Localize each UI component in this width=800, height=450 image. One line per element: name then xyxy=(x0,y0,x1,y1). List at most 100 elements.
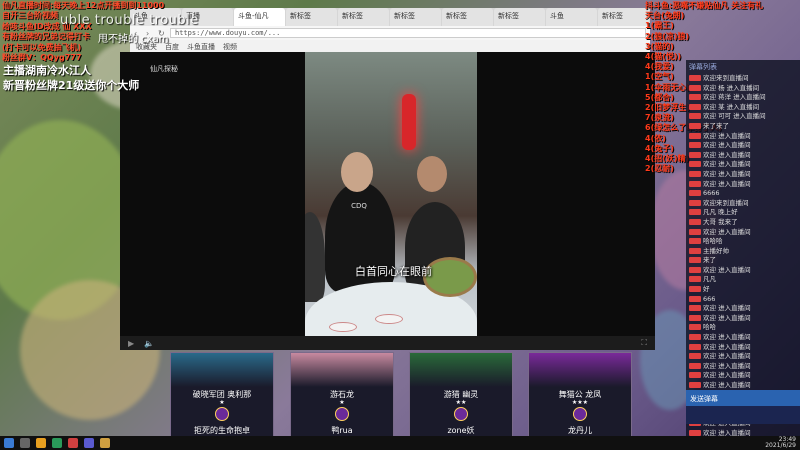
chat-message-text: 欢迎 某 进入直播间 xyxy=(703,102,760,111)
chat-message: 欢迎 进入直播间 xyxy=(689,314,797,324)
gift-bar[interactable] xyxy=(686,406,800,424)
fan-badge-icon xyxy=(689,257,701,264)
fan-badge-icon xyxy=(689,218,701,225)
gift-card[interactable]: 舞猫公 龙凤 ★★★ 龙丹儿 xyxy=(528,352,632,440)
fan-badge-icon xyxy=(689,266,701,273)
bookmarks-bar: 收藏夹 百度 斗鱼直播 视频 xyxy=(130,40,650,52)
bookmark-item[interactable]: 视频 xyxy=(223,42,237,51)
browser-icon[interactable] xyxy=(52,438,62,448)
chat-message-text: 主播好帅 xyxy=(703,246,729,255)
fan-badge-icon xyxy=(689,151,701,158)
person-left xyxy=(305,212,325,302)
search-icon[interactable] xyxy=(20,438,30,448)
ghost-watermark: uble trouble trouble xyxy=(60,13,199,28)
chat-message-text: 欢迎 进入直播间 xyxy=(703,333,751,342)
browser-tab[interactable]: 新标签 xyxy=(442,8,493,26)
card-art xyxy=(171,353,273,387)
browser-tab[interactable]: 新标签 xyxy=(598,8,649,26)
chat-message: 欢迎 进入直播间 xyxy=(689,160,797,170)
fan-badge-icon xyxy=(689,122,701,129)
chat-message-text: 欢迎 进入直播间 xyxy=(703,160,751,169)
card-stars: ★★★ xyxy=(571,399,589,406)
browser-tab[interactable]: 新标签 xyxy=(390,8,441,26)
chat-message-text: 欢迎 进入直播间 xyxy=(703,313,751,322)
chat-message-text: 欢迎 进入直播间 xyxy=(703,352,751,361)
chat-message: 好 xyxy=(689,285,797,295)
folder-icon[interactable] xyxy=(36,438,46,448)
browser-window: 斗鱼 直播 斗鱼-仙凡 新标签 新标签 新标签 新标签 新标签 斗鱼 新标签 ‹… xyxy=(130,8,650,52)
person-center-head xyxy=(341,152,373,192)
fan-badge-icon xyxy=(689,343,701,350)
card-art xyxy=(410,353,512,387)
chat-message: 欢迎 进入直播间 xyxy=(689,170,797,180)
gift-card[interactable]: 游猎 幽灵 ★★ zone妖 xyxy=(409,352,513,440)
fan-badge-icon xyxy=(689,382,701,388)
card-art xyxy=(529,353,631,387)
video-frame[interactable]: CDQ xyxy=(305,52,477,350)
chat-message: 欢迎 进入直播间 xyxy=(689,180,797,190)
chat-message-text: 6666 xyxy=(703,189,720,198)
chat-input[interactable]: 发送弹幕 xyxy=(686,390,800,406)
fan-badge-icon xyxy=(689,362,701,369)
card-stars: ★ xyxy=(339,399,345,406)
fan-badge-icon xyxy=(689,94,701,101)
fan-badge-icon xyxy=(689,142,701,149)
channel-logo: 仙凡探秘 xyxy=(150,65,178,73)
host-intro: 主播湖南冷水江人 新晋粉丝牌21级送你个大师 xyxy=(3,63,139,93)
bookmark-item[interactable]: 斗鱼直播 xyxy=(187,42,215,51)
red-lantern xyxy=(402,94,416,150)
gift-card[interactable]: 游石龙 ★ 鸭rua xyxy=(290,352,394,440)
chat-message-text: 来了来了 xyxy=(703,121,729,130)
card-art xyxy=(291,353,393,387)
start-icon[interactable] xyxy=(4,438,14,448)
fullscreen-icon[interactable]: ⛶ xyxy=(641,338,647,348)
chat-message-text: 哈哈 xyxy=(703,323,716,332)
chat-message-text: 欢迎 进入直播间 xyxy=(703,179,751,188)
app-icon[interactable] xyxy=(68,438,78,448)
fan-badge-icon xyxy=(689,305,701,312)
chat-message-text: 欢迎来到直播间 xyxy=(703,198,749,207)
chat-message-text: 欢迎 进入直播间 xyxy=(703,227,751,236)
chat-message: 欢迎 进入直播间 xyxy=(689,132,797,142)
fan-badge-icon xyxy=(689,113,701,120)
browser-tab[interactable]: 斗鱼 xyxy=(546,8,597,26)
chat-message: 欢迎 进入直播间 xyxy=(689,141,797,151)
chat-message: 欢迎 进入直播间 xyxy=(689,343,797,353)
chat-message-text: 凡凡 晚上好 xyxy=(703,208,738,217)
avatar-icon xyxy=(215,407,229,421)
ranking-item: 1(霸王) xyxy=(645,21,674,31)
fan-badge-icon xyxy=(689,286,701,293)
gift-card[interactable]: 破晓军团 奥利那 ★ 拒死的生命抱卓 xyxy=(170,352,274,440)
volume-icon[interactable]: 🔈 xyxy=(144,339,154,348)
card-username: 龙丹儿 xyxy=(568,426,592,435)
fan-badge-icon xyxy=(689,238,701,245)
avatar-icon xyxy=(335,407,349,421)
chat-message: 6666 xyxy=(689,189,797,199)
fan-badge-icon xyxy=(689,199,701,206)
card-username: 拒死的生命抱卓 xyxy=(194,426,250,435)
fan-badge-icon xyxy=(689,161,701,168)
browser-tab[interactable]: 新标签 xyxy=(286,8,337,26)
browser-tab[interactable]: 新标签 xyxy=(338,8,389,26)
url-input[interactable]: https://www.douyu.com/... xyxy=(170,28,646,38)
clock[interactable]: 23:49 2021/6/29 xyxy=(765,437,796,449)
taskbar xyxy=(0,436,800,450)
chat-message: 欢迎 进入直播间 xyxy=(689,151,797,161)
chat-message-text: 欢迎 进入直播间 xyxy=(703,371,751,380)
play-icon[interactable]: ▶ xyxy=(128,339,134,348)
fan-badge-icon xyxy=(689,170,701,177)
app-icon[interactable] xyxy=(100,438,110,448)
avatar-icon xyxy=(454,407,468,421)
app-icon[interactable] xyxy=(84,438,94,448)
chat-message: 欢迎 进入直播间 xyxy=(689,228,797,238)
fan-badge-icon xyxy=(689,103,701,110)
address-bar-row: ‹ › ↻ https://www.douyu.com/... xyxy=(130,26,650,40)
chat-panel[interactable]: 弹幕列表 欢迎来到直播间 欢迎 杨 进入直播间 欢迎 蒋洋 进入直播间 欢迎 某 进入… xyxy=(686,60,800,440)
chat-message-text: 欢迎 进入直播间 xyxy=(703,169,751,178)
chat-message-text: 666 xyxy=(703,294,716,303)
chat-message: 欢迎 某 进入直播间 xyxy=(689,103,797,113)
chat-message: 主播好帅 xyxy=(689,247,797,257)
browser-tab-active[interactable]: 斗鱼-仙凡 xyxy=(234,8,285,26)
browser-tab[interactable]: 新标签 xyxy=(494,8,545,26)
chat-message-text: 哈哈哈 xyxy=(703,237,723,246)
